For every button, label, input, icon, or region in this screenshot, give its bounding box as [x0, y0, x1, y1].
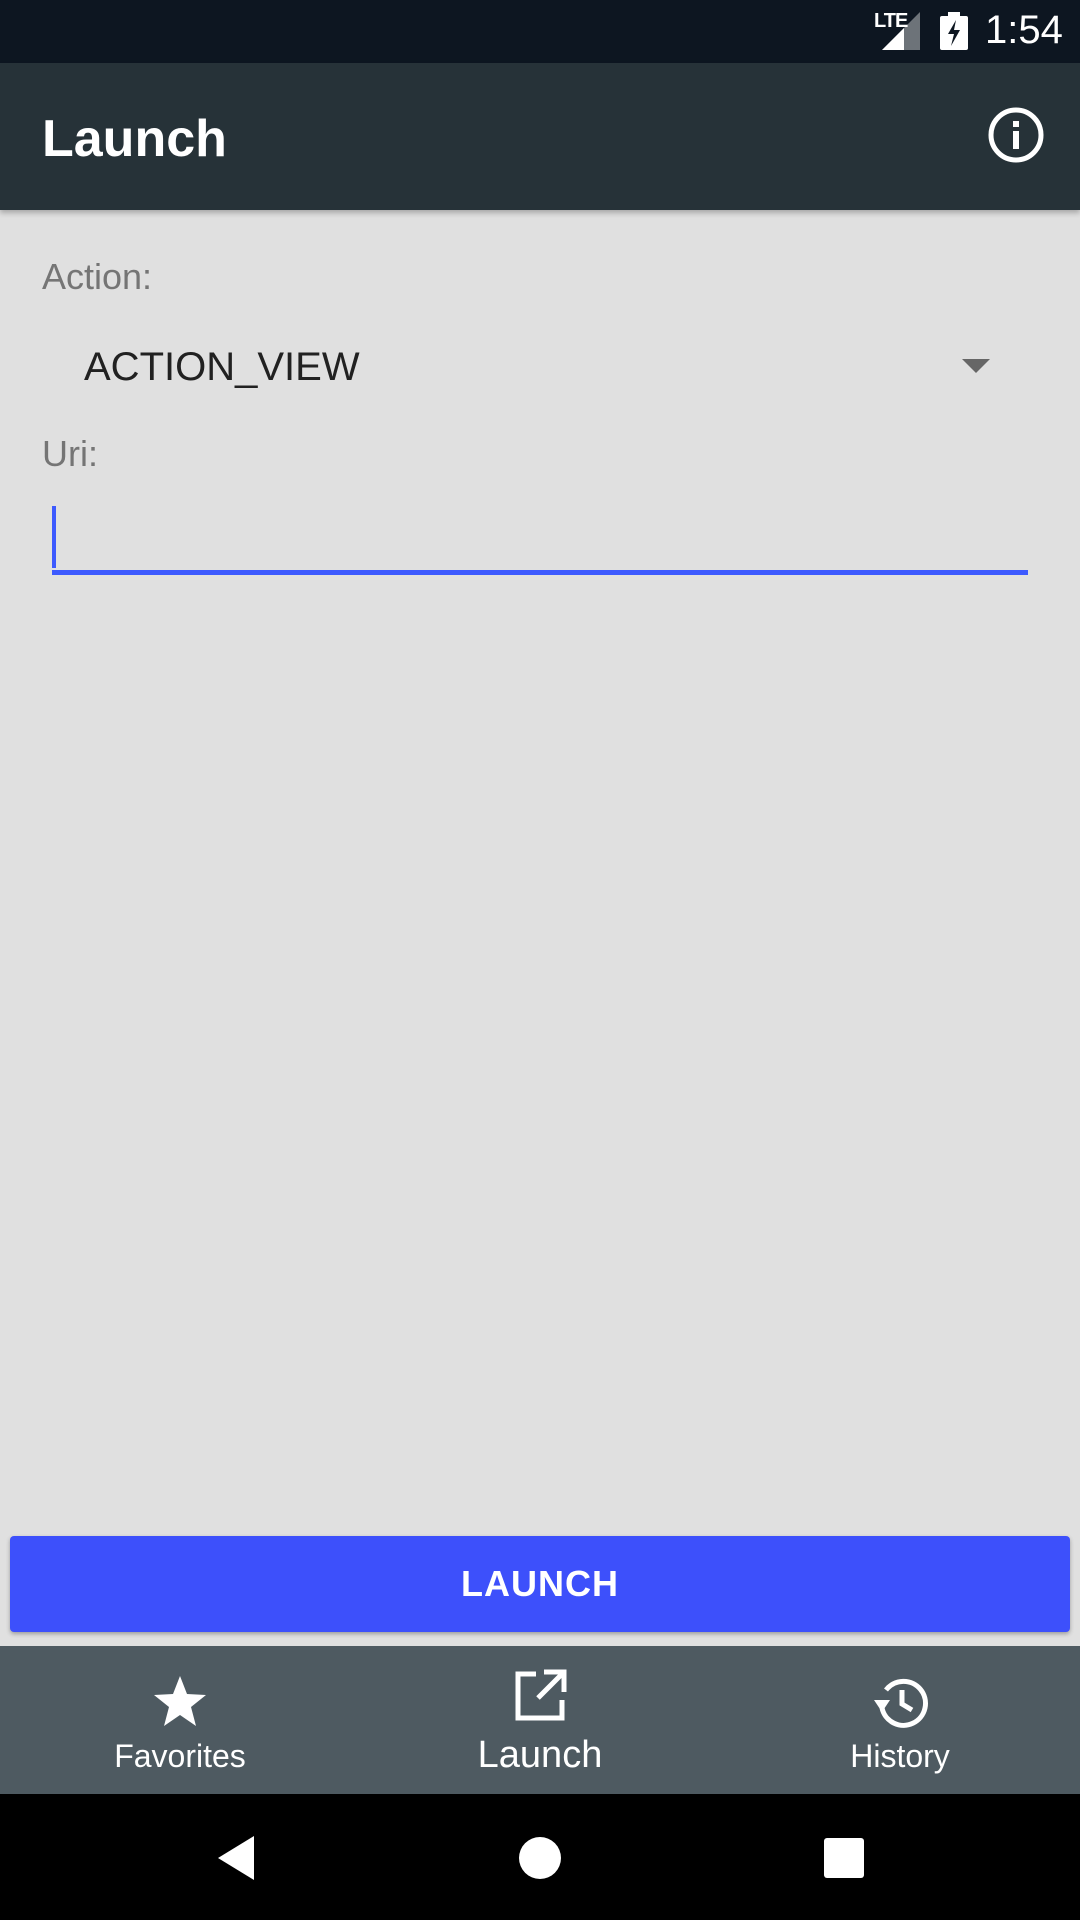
text-cursor [52, 506, 56, 568]
nav-item-favorites[interactable]: Favorites [0, 1646, 360, 1794]
recents-icon[interactable] [824, 1838, 864, 1878]
clock: 1:54 [985, 8, 1063, 52]
star-icon [154, 1676, 206, 1726]
nav-item-launch[interactable]: Launch [360, 1646, 720, 1794]
nav-item-history[interactable]: History [720, 1646, 1080, 1794]
info-icon[interactable] [986, 105, 1046, 165]
app-bar: Launch [0, 63, 1080, 210]
action-dropdown-value: ACTION_VIEW [84, 345, 360, 389]
nav-label-favorites: Favorites [114, 1738, 246, 1774]
page-title: Launch [42, 110, 227, 168]
uri-label: Uri: [42, 433, 98, 474]
system-navigation-bar [0, 1794, 1080, 1920]
nav-label-history: History [850, 1738, 950, 1774]
bottom-navigation: Favorites Launch History [0, 1646, 1080, 1794]
home-icon[interactable] [518, 1836, 562, 1880]
history-icon [874, 1678, 928, 1728]
status-bar: LTE 1:54 [0, 0, 1080, 63]
uri-input[interactable] [52, 495, 1028, 575]
battery-charging-icon [940, 12, 968, 50]
back-icon[interactable] [214, 1834, 258, 1882]
signal-icon [882, 12, 920, 50]
dropdown-arrow-icon [962, 359, 990, 373]
action-dropdown[interactable]: ACTION_VIEW [42, 325, 1014, 410]
nav-label-launch: Launch [477, 1734, 603, 1776]
open-external-icon [515, 1669, 567, 1721]
action-label: Action: [42, 256, 153, 297]
launch-button-label: LAUNCH [461, 1563, 619, 1604]
launch-button[interactable]: LAUNCH [10, 1536, 1070, 1632]
